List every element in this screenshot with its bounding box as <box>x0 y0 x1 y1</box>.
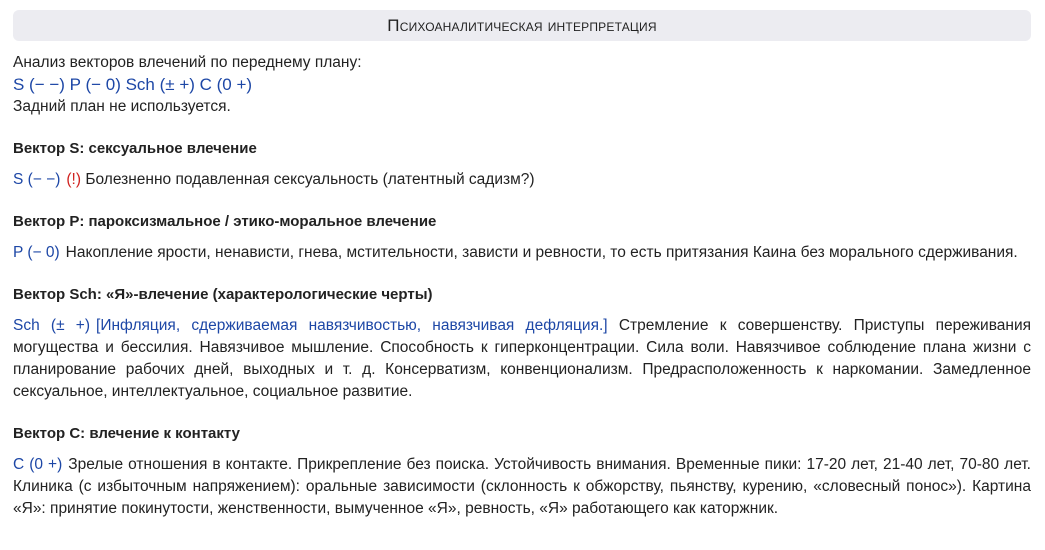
vector-code: Sch (± +) <box>13 317 91 334</box>
section-body: Sch (± +) [Инфляция, сдерживаемая навязчи… <box>13 315 1031 403</box>
vector-formula: S (− −) P (− 0) Sch (± +) C (0 +) <box>13 75 253 94</box>
vector-code: C (0 +) <box>13 456 63 473</box>
section-body: S (− −) (!) Болезненно подавленная сексуа… <box>13 169 1031 191</box>
page-title: Психоаналитическая интерпретация <box>387 15 657 35</box>
section-title: Вектор Sch: «Я»-влечение (характерологич… <box>13 286 433 303</box>
section-vector-sch: Вектор Sch: «Я»-влечение (характерологич… <box>13 284 1031 403</box>
interpretation-panel: Психоаналитическая интерпретация Анализ … <box>0 0 1045 550</box>
section-title: Вектор P: пароксизмальное / этико-мораль… <box>13 213 437 230</box>
section-title: Вектор S: сексуальное влечение <box>13 140 257 157</box>
section-vector-s: Вектор S: сексуальное влечение S (− −) (!… <box>13 138 1031 191</box>
section-vector-p: Вектор P: пароксизмальное / этико-мораль… <box>13 211 1031 264</box>
section-body: C (0 +) Зрелые отношения в контакте. Прик… <box>13 454 1031 520</box>
section-text: Накопление ярости, ненависти, гнева, мст… <box>65 244 1018 261</box>
section-vector-c: Вектор C: влечение к контакту C (0 +) Зре… <box>13 423 1031 520</box>
section-title: Вектор C: влечение к контакту <box>13 425 240 442</box>
section-body: P (− 0) Накопление ярости, ненависти, гне… <box>13 242 1031 264</box>
section-text: Болезненно подавленная сексуальность (ла… <box>85 171 535 188</box>
section-text: Зрелые отношения в контакте. Прикреплени… <box>13 456 1031 517</box>
intro-text: Анализ векторов влечений по переднему пл… <box>13 54 362 71</box>
vector-code: P (− 0) <box>13 244 60 261</box>
warning-mark: (!) <box>66 171 82 188</box>
background-note: Задний план не используется. <box>13 98 231 115</box>
bracket-note: [Инфляция, сдерживаемая навязчивостью, н… <box>96 317 608 334</box>
section-header-bar: Психоаналитическая интерпретация <box>13 10 1031 41</box>
vector-code: S (− −) <box>13 171 61 188</box>
intro-block: Анализ векторов влечений по переднему пл… <box>13 52 1031 118</box>
